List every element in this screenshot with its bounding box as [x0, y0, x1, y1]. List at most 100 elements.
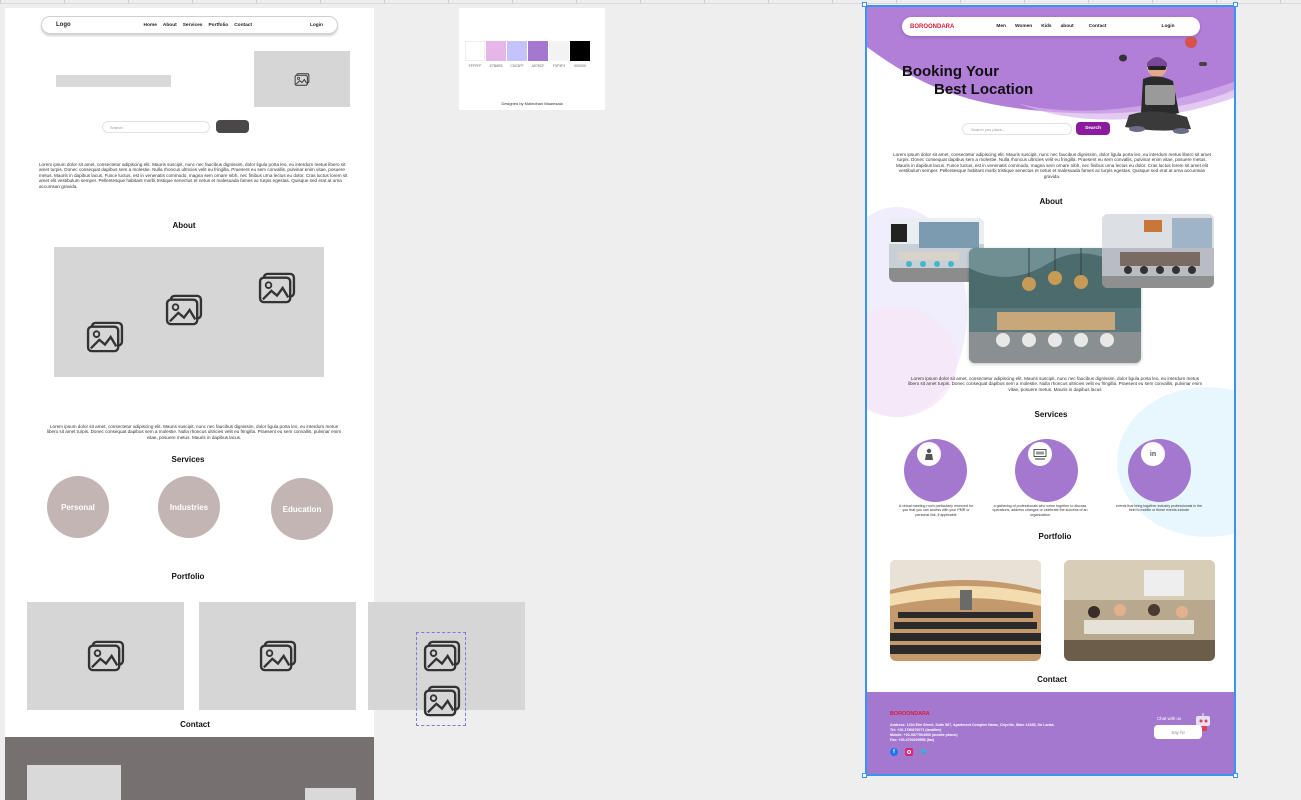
wireframe-navbar: Logo Home About Services Portfolio Conta…	[41, 16, 338, 34]
image-icon	[259, 640, 296, 672]
design-navbar: BOROONDARA Men Women Kids about Contact …	[902, 17, 1200, 36]
about-photo-boardroom-right	[1102, 214, 1214, 288]
palette-swatch: E7B6E8	[486, 41, 506, 68]
service-icon-badge	[917, 442, 941, 466]
resize-handle[interactable]	[862, 2, 867, 7]
service-card-gathering[interactable]	[1015, 439, 1078, 502]
wireframe-portfolio-title: Portfolio	[171, 572, 205, 581]
wireframe-service-personal[interactable]: Personal	[47, 476, 109, 538]
service-card-virtual-room[interactable]	[904, 439, 967, 502]
wireframe-about-text: Lorem ipsum dolor sit amet, consectetur …	[46, 424, 342, 440]
swatch-label: FFFFFF	[468, 64, 482, 68]
wireframe-footer-block	[27, 765, 121, 800]
service-icon-badge: in	[1141, 442, 1165, 466]
palette-credit: Designed by Malindhan Maamsala	[501, 101, 563, 106]
palette-swatch: F3F3F3	[549, 41, 569, 68]
say-hi-label: Say hi!	[1171, 729, 1185, 735]
design-frame[interactable]: BOROONDARA Men Women Kids about Contact …	[865, 5, 1236, 776]
image-icon	[294, 72, 310, 86]
swatch-label: A578CF	[531, 64, 545, 68]
footer-fax: Fax: +20-4700209956 (fax)	[890, 738, 935, 742]
wireframe-about-title: About	[172, 221, 196, 230]
design-footer: BOROONDARA Address: 1234 Elm Street, Sui…	[867, 692, 1234, 774]
design-login[interactable]: Login	[1162, 24, 1175, 29]
wireframe-portfolio-image-3	[368, 602, 525, 726]
wireframe-about-images	[54, 247, 324, 377]
hero-title-line-1: Booking Your	[902, 63, 999, 80]
palette-swatch: A578CF	[528, 41, 548, 68]
image-icon	[87, 640, 124, 672]
wireframe-footer-button[interactable]	[305, 788, 356, 800]
design-services-title: Services	[1034, 410, 1068, 419]
service-description-3: events that bring together industry prof…	[1115, 504, 1203, 513]
wireframe-services-title: Services	[171, 455, 205, 464]
design-about-text: Lorem ipsum dolor sit amet, consectetur …	[907, 376, 1203, 392]
wireframe-nav: Home About Services Portfolio Contact	[144, 23, 253, 28]
wireframe-logo[interactable]: Logo	[56, 22, 71, 28]
wireframe-hero-image	[254, 51, 350, 107]
design-brand-logo[interactable]: BOROONDARA	[910, 24, 954, 30]
footer-social: f 🐦	[890, 748, 928, 756]
hero-title-line-2: Best Location	[934, 81, 1034, 98]
swatch-label: F3F3F3	[552, 64, 566, 68]
footer-mobile: Mobile: +20-9877964950 (mobile phone)	[890, 733, 958, 737]
design-about-title: About	[1039, 197, 1063, 206]
portfolio-photo-meeting	[1064, 560, 1215, 661]
wireframe-nav-services[interactable]: Services	[183, 23, 203, 28]
wireframe-nav-home[interactable]: Home	[144, 23, 157, 28]
footer-chat-label: Chat with us	[1157, 716, 1182, 721]
design-search-input[interactable]: Search you place...	[962, 123, 1072, 135]
top-ruler	[0, 0, 1301, 4]
design-nav-women[interactable]: Women	[1015, 24, 1032, 29]
search-button-label: Search	[1085, 126, 1101, 131]
swatch-label: C5C3FF	[510, 64, 524, 68]
palette-swatches: FFFFFF E7B6E8 C5C3FF A578CF F3F3F3 00000…	[465, 41, 590, 68]
image-icon	[86, 321, 124, 353]
image-icon	[423, 640, 461, 672]
image-icon	[258, 272, 296, 304]
service-card-events[interactable]: in	[1128, 439, 1191, 502]
wireframe-service-industries[interactable]: Industries	[158, 476, 220, 538]
wireframe-login[interactable]: Login	[310, 23, 323, 28]
person-with-laptop-illustration	[1119, 37, 1207, 134]
design-nav-kids[interactable]: Kids	[1041, 24, 1051, 29]
design-nav-men[interactable]: Men	[996, 24, 1006, 29]
instagram-icon[interactable]	[905, 748, 913, 756]
wireframe-search-input[interactable]: Search	[102, 121, 210, 133]
design-contact-title: Contact	[1037, 675, 1067, 684]
footer-address: Address: 1234 Elm Street, Suite 567, Apa…	[890, 723, 1054, 727]
swatch-label: E7B6E8	[489, 64, 503, 68]
wireframe-nav-portfolio[interactable]: Portfolio	[208, 23, 228, 28]
palette-swatch: FFFFFF	[465, 41, 485, 68]
facebook-icon[interactable]: f	[890, 748, 898, 756]
design-intro-text: Lorem ipsum dolor sit amet, consectetur …	[893, 152, 1211, 179]
linkedin-icon: in	[1149, 450, 1157, 458]
service-description-1: A virtual meeting room particularly rese…	[898, 504, 974, 517]
design-nav-about[interactable]: about	[1061, 24, 1074, 29]
wireframe-nav-contact[interactable]: Contact	[234, 23, 252, 28]
wireframe-service-label: Personal	[61, 502, 95, 512]
resize-handle[interactable]	[862, 773, 867, 778]
design-portfolio-title: Portfolio	[1038, 532, 1072, 541]
wireframe-nav-about[interactable]: About	[163, 23, 177, 28]
design-search-button[interactable]: Search	[1076, 122, 1110, 135]
palette-swatch: C5C3FF	[507, 41, 527, 68]
design-nav-contact[interactable]: Contact	[1089, 24, 1107, 29]
footer-say-hi-button[interactable]: Say hi!	[1154, 725, 1202, 739]
wireframe-contact-title: Contact	[180, 720, 210, 729]
wireframe-intro-text: Lorem ipsum dolor sit amet, consectetur …	[39, 162, 348, 189]
wireframe-portfolio-image-2	[199, 602, 356, 710]
resize-handle[interactable]	[1233, 773, 1238, 778]
footer-brand: BOROONDARA	[890, 711, 930, 717]
selection-box[interactable]	[416, 632, 466, 726]
wireframe-service-education[interactable]: Education	[271, 478, 333, 540]
wireframe-search-button[interactable]	[216, 120, 249, 133]
twitter-icon[interactable]: 🐦	[920, 748, 929, 756]
design-nav: Men Women Kids about Contact	[996, 24, 1106, 29]
resize-handle[interactable]	[1233, 2, 1238, 7]
person-icon	[925, 448, 933, 460]
wireframe-service-label: Education	[282, 504, 322, 514]
wireframe-hero-title-placeholder	[56, 75, 171, 87]
wireframe-portfolio-image-1	[27, 602, 184, 710]
conference-icon	[1033, 448, 1047, 460]
